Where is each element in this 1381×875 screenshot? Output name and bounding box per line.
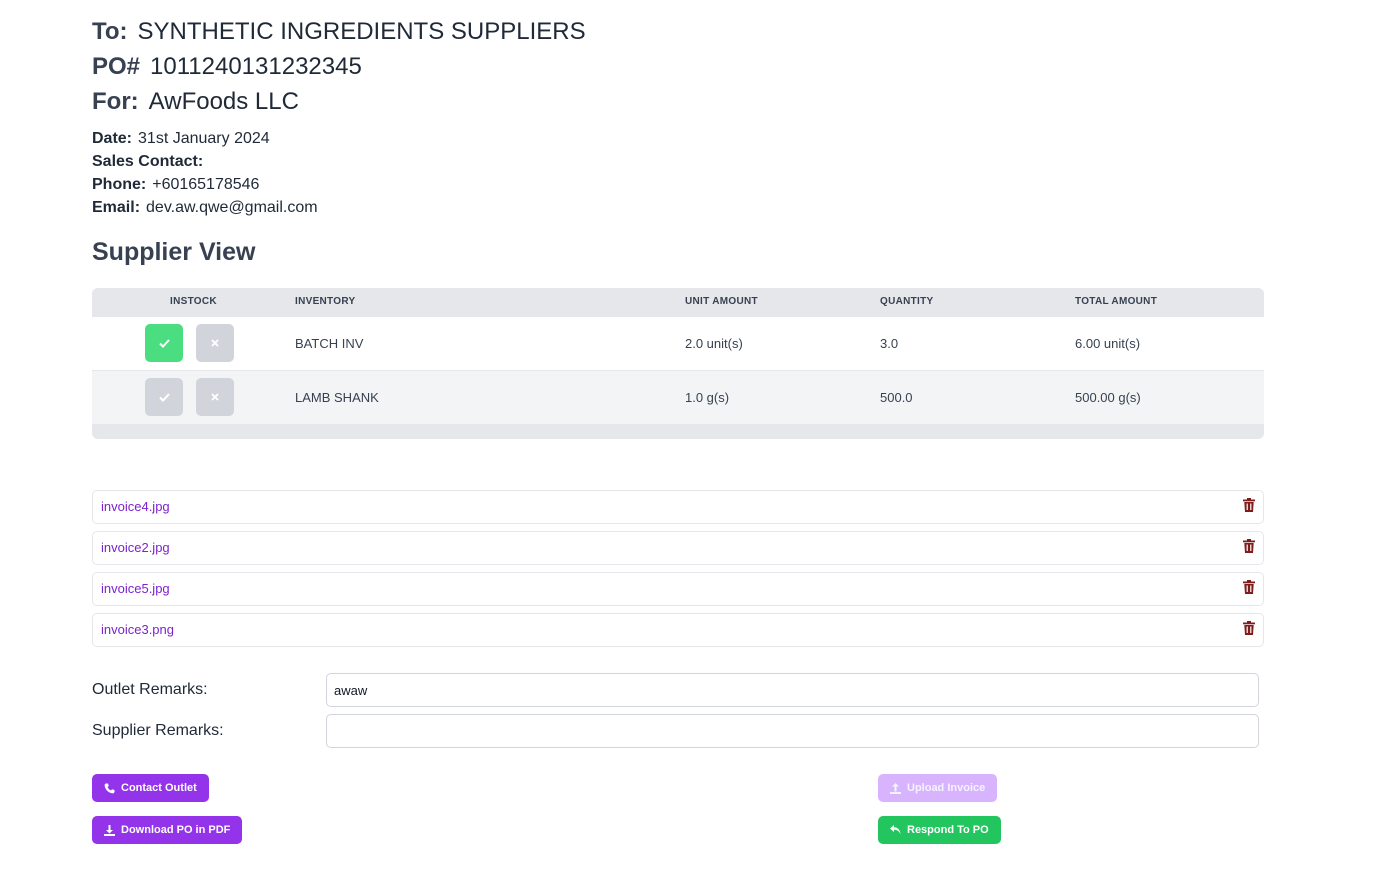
email-label: Email: [92,199,141,216]
contact-outlet-button[interactable]: Contact Outlet [92,774,209,802]
upload-invoice-button[interactable]: Upload Invoice [878,774,998,802]
cell-quantity: 500.0 [880,390,913,405]
check-icon [158,392,170,402]
email-line: Email: dev.aw.qwe@gmail.com [92,196,1264,219]
col-inventory: INVENTORY [295,296,356,307]
col-quantity: QUANTITY [880,296,934,307]
cell-unit-amount: 1.0 g(s) [685,390,730,405]
instock-no-button[interactable] [196,324,234,362]
po-page: To: SYNTHETIC INGREDIENTS SUPPLIERS PO# 10… [92,0,1264,844]
customer-name: AwFoods LLC [148,88,299,115]
download-pdf-button[interactable]: Download PO in PDF [92,816,243,844]
file-link[interactable]: invoice2.jpg [101,532,170,564]
phone-value: +60165178546 [152,176,260,193]
trash-icon[interactable] [1243,498,1255,512]
instock-yes-button[interactable] [145,324,183,362]
phone-label: Phone: [92,176,147,193]
upload-icon [890,782,901,794]
cell-quantity: 3.0 [880,336,899,351]
po-label: PO# [92,53,141,80]
section-title: Supplier View [92,238,256,266]
instock-no-button[interactable] [196,378,234,416]
table-header: INSTOCK INVENTORY UNIT AMOUNT QUANTITY T… [92,288,1264,316]
instock-yes-button[interactable] [145,378,183,416]
supplier-name: SYNTHETIC INGREDIENTS SUPPLIERS [137,18,586,45]
cell-unit-amount: 2.0 unit(s) [685,336,743,351]
date-value: 31st January 2024 [138,130,270,147]
download-icon [104,824,115,836]
trash-icon[interactable] [1243,621,1255,635]
file-link[interactable]: invoice4.jpg [101,491,170,523]
cell-total-amount: 6.00 unit(s) [1075,336,1141,351]
cell-total-amount: 500.00 g(s) [1075,390,1141,405]
outlet-remarks-input[interactable] [326,673,1259,707]
reply-icon [890,825,901,835]
for-label: For: [92,88,139,115]
col-unit-amount: UNIT AMOUNT [685,296,758,307]
file-item: invoice5.jpg [92,572,1264,606]
col-instock: INSTOCK [170,296,217,307]
file-item: invoice3.png [92,613,1264,647]
upload-invoice-label: Upload Invoice [907,782,986,794]
phone-line: Phone: +60165178546 [92,173,1264,196]
close-icon [211,393,219,401]
cell-inventory: LAMB SHANK [295,390,379,405]
outlet-remarks-label: Outlet Remarks: [92,681,208,698]
file-link[interactable]: invoice5.jpg [101,573,170,605]
po-number: 1011240131232345 [150,53,362,80]
respond-po-button[interactable]: Respond To PO [878,816,1001,844]
contact-outlet-label: Contact Outlet [121,782,197,794]
for-line: For: AwFoods LLC [92,84,1264,119]
check-icon [158,338,170,348]
po-line: PO# 1011240131232345 [92,49,1264,84]
trash-icon[interactable] [1243,539,1255,553]
phone-icon [104,783,115,793]
file-item: invoice2.jpg [92,531,1264,565]
sales-contact-line: Sales Contact: [92,150,1264,173]
to-line: To: SYNTHETIC INGREDIENTS SUPPLIERS [92,14,1264,49]
file-item: invoice4.jpg [92,490,1264,524]
file-link[interactable]: invoice3.png [101,614,174,646]
email-value: dev.aw.qwe@gmail.com [146,199,318,216]
date-line: Date: 31st January 2024 [92,127,1264,150]
date-label: Date: [92,130,133,147]
to-label: To: [92,18,128,45]
supplier-remarks-input[interactable] [326,714,1259,748]
items-table: INSTOCK INVENTORY UNIT AMOUNT QUANTITY T… [92,288,1264,439]
supplier-remarks-label: Supplier Remarks: [92,722,224,739]
respond-po-label: Respond To PO [907,824,989,836]
cell-inventory: BATCH INV [295,336,364,351]
close-icon [211,339,219,347]
table-row: LAMB SHANK 1.0 g(s) 500.0 500.00 g(s) [92,370,1264,424]
sales-contact-label: Sales Contact: [92,153,204,170]
trash-icon[interactable] [1243,580,1255,594]
table-row: BATCH INV 2.0 unit(s) 3.0 6.00 unit(s) [92,316,1264,370]
col-total-amount: TOTAL AMOUNT [1075,296,1158,307]
download-pdf-label: Download PO in PDF [121,824,231,836]
